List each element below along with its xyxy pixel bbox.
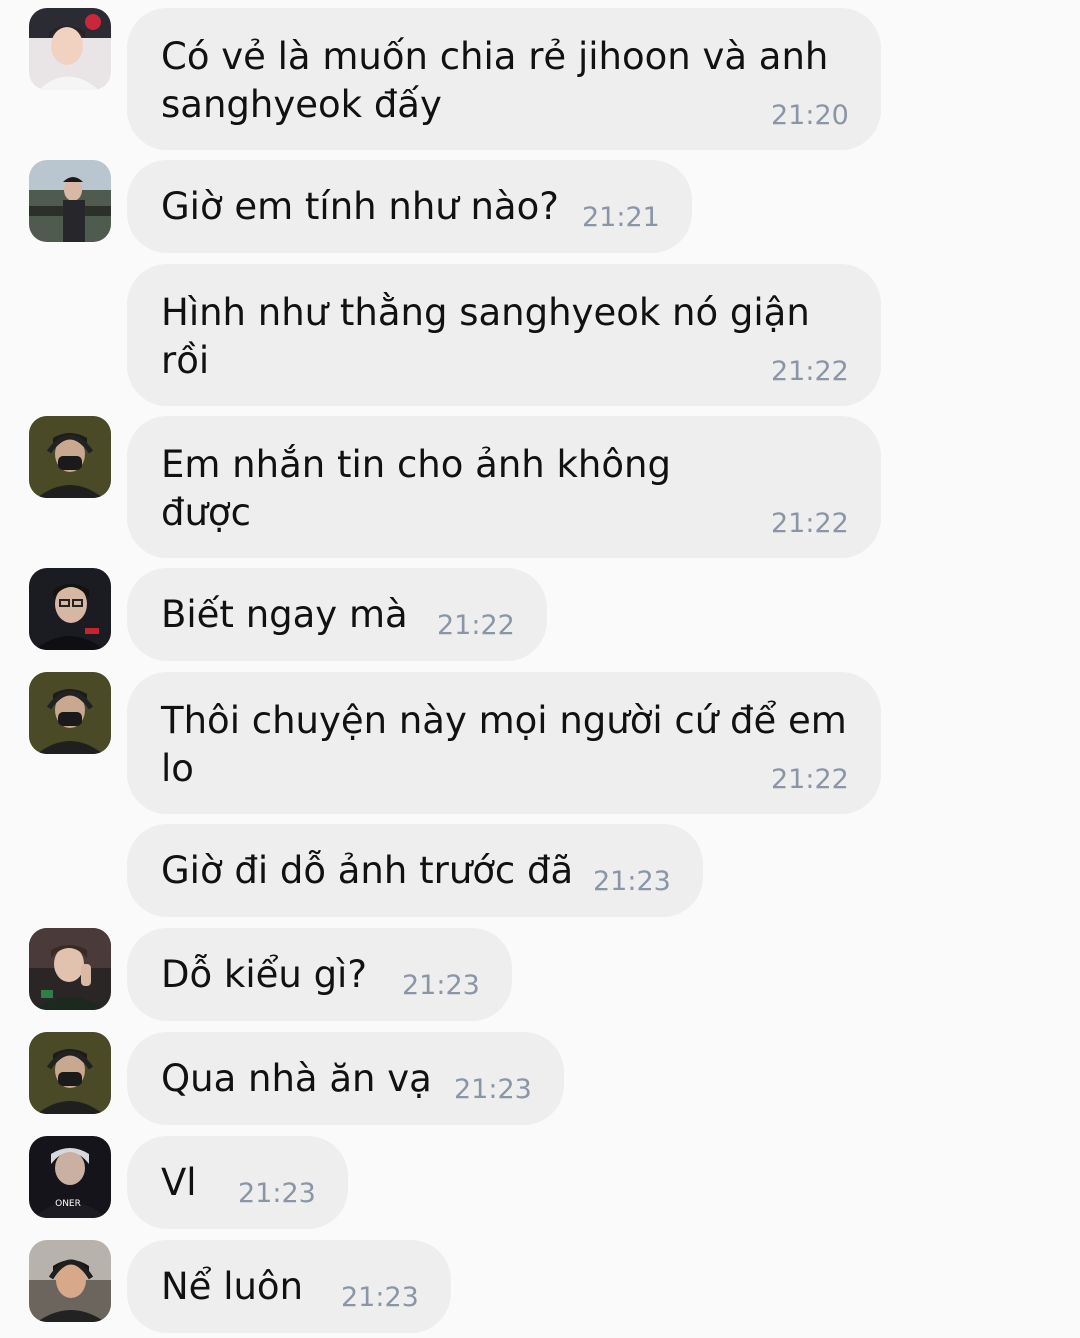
sender-avatar[interactable] (29, 1032, 111, 1114)
message-bubble[interactable]: Hình như thằng sanghyeok nó giận rồi 21:… (127, 264, 881, 406)
message-timestamp: 21:23 (341, 1282, 419, 1313)
message-row: Biết ngay mà 21:22 (0, 568, 1080, 661)
message-text-line: Có vẻ là muốn chia rẻ jihoon và anh (161, 35, 829, 78)
message-text-line: Qua nhà ăn vạ (161, 1057, 432, 1100)
message-timestamp: 21:23 (402, 970, 480, 1001)
message-row: Nể luôn 21:23 (0, 1240, 1080, 1333)
sender-avatar[interactable]: ONER (29, 1136, 111, 1218)
sender-avatar[interactable] (29, 1240, 111, 1322)
message-text-line: Giờ em tính như nào? (161, 185, 559, 228)
message-timestamp: 21:22 (771, 508, 849, 539)
message-timestamp: 21:22 (771, 764, 849, 795)
message-bubble[interactable]: Biết ngay mà 21:22 (127, 568, 547, 661)
message-text-line: Biết ngay mà (161, 593, 408, 636)
message-bubble[interactable]: Vl 21:23 (127, 1136, 348, 1229)
message-row: Qua nhà ăn vạ 21:23 (0, 1032, 1080, 1125)
message-bubble[interactable]: Giờ em tính như nào? 21:21 (127, 160, 692, 253)
message-text-line: Dỗ kiểu gì? (161, 953, 367, 996)
message-timestamp: 21:22 (437, 610, 515, 641)
message-bubble[interactable]: Giờ đi dỗ ảnh trước đã 21:23 (127, 824, 703, 917)
message-timestamp: 21:23 (238, 1178, 316, 1209)
message-text-line: Vl (161, 1161, 197, 1204)
message-row: ONER Vl 21:23 (0, 1136, 1080, 1229)
chat-log: Có vẻ là muốn chia rẻ jihoon và anh sang… (0, 0, 1080, 1338)
message-text-line: sanghyeok đấy (161, 83, 442, 126)
message-row: Giờ em tính như nào? 21:21 (0, 160, 1080, 253)
sender-avatar[interactable] (29, 672, 111, 754)
message-text-line: Hình như thằng sanghyeok nó giận (161, 291, 810, 334)
message-bubble[interactable]: Có vẻ là muốn chia rẻ jihoon và anh sang… (127, 8, 881, 150)
message-bubble[interactable]: Dỗ kiểu gì? 21:23 (127, 928, 512, 1021)
message-row: Dỗ kiểu gì? 21:23 (0, 928, 1080, 1021)
message-bubble[interactable]: Thôi chuyện này mọi người cứ để em lo 21… (127, 672, 881, 814)
message-bubble[interactable]: Nể luôn 21:23 (127, 1240, 451, 1333)
sender-avatar[interactable] (29, 160, 111, 242)
message-text-line: Nể luôn (161, 1265, 304, 1308)
sender-avatar[interactable] (29, 568, 111, 650)
message-text-line: lo (161, 747, 194, 790)
sender-avatar[interactable] (29, 8, 111, 90)
message-timestamp: 21:23 (454, 1074, 532, 1105)
message-bubble[interactable]: Qua nhà ăn vạ 21:23 (127, 1032, 564, 1125)
message-row: Hình như thằng sanghyeok nó giận rồi 21:… (0, 264, 1080, 406)
message-text-line: được (161, 491, 251, 534)
message-timestamp: 21:23 (593, 866, 671, 897)
message-text-line: rồi (161, 339, 210, 382)
message-bubble[interactable]: Em nhắn tin cho ảnh không được 21:22 (127, 416, 881, 558)
message-text-line: Giờ đi dỗ ảnh trước đã (161, 849, 574, 892)
message-timestamp: 21:22 (771, 356, 849, 387)
message-timestamp: 21:20 (771, 100, 849, 131)
message-row: Em nhắn tin cho ảnh không được 21:22 (0, 416, 1080, 558)
message-text-line: Em nhắn tin cho ảnh không (161, 443, 671, 486)
message-row: Có vẻ là muốn chia rẻ jihoon và anh sang… (0, 8, 1080, 150)
sender-avatar[interactable] (29, 928, 111, 1010)
message-row: Thôi chuyện này mọi người cứ để em lo 21… (0, 672, 1080, 814)
message-text-line: Thôi chuyện này mọi người cứ để em (161, 699, 847, 742)
message-row: Giờ đi dỗ ảnh trước đã 21:23 (0, 824, 1080, 917)
avatar-caption-oner: ONER (55, 1199, 81, 1209)
message-timestamp: 21:21 (582, 202, 660, 233)
sender-avatar[interactable] (29, 416, 111, 498)
